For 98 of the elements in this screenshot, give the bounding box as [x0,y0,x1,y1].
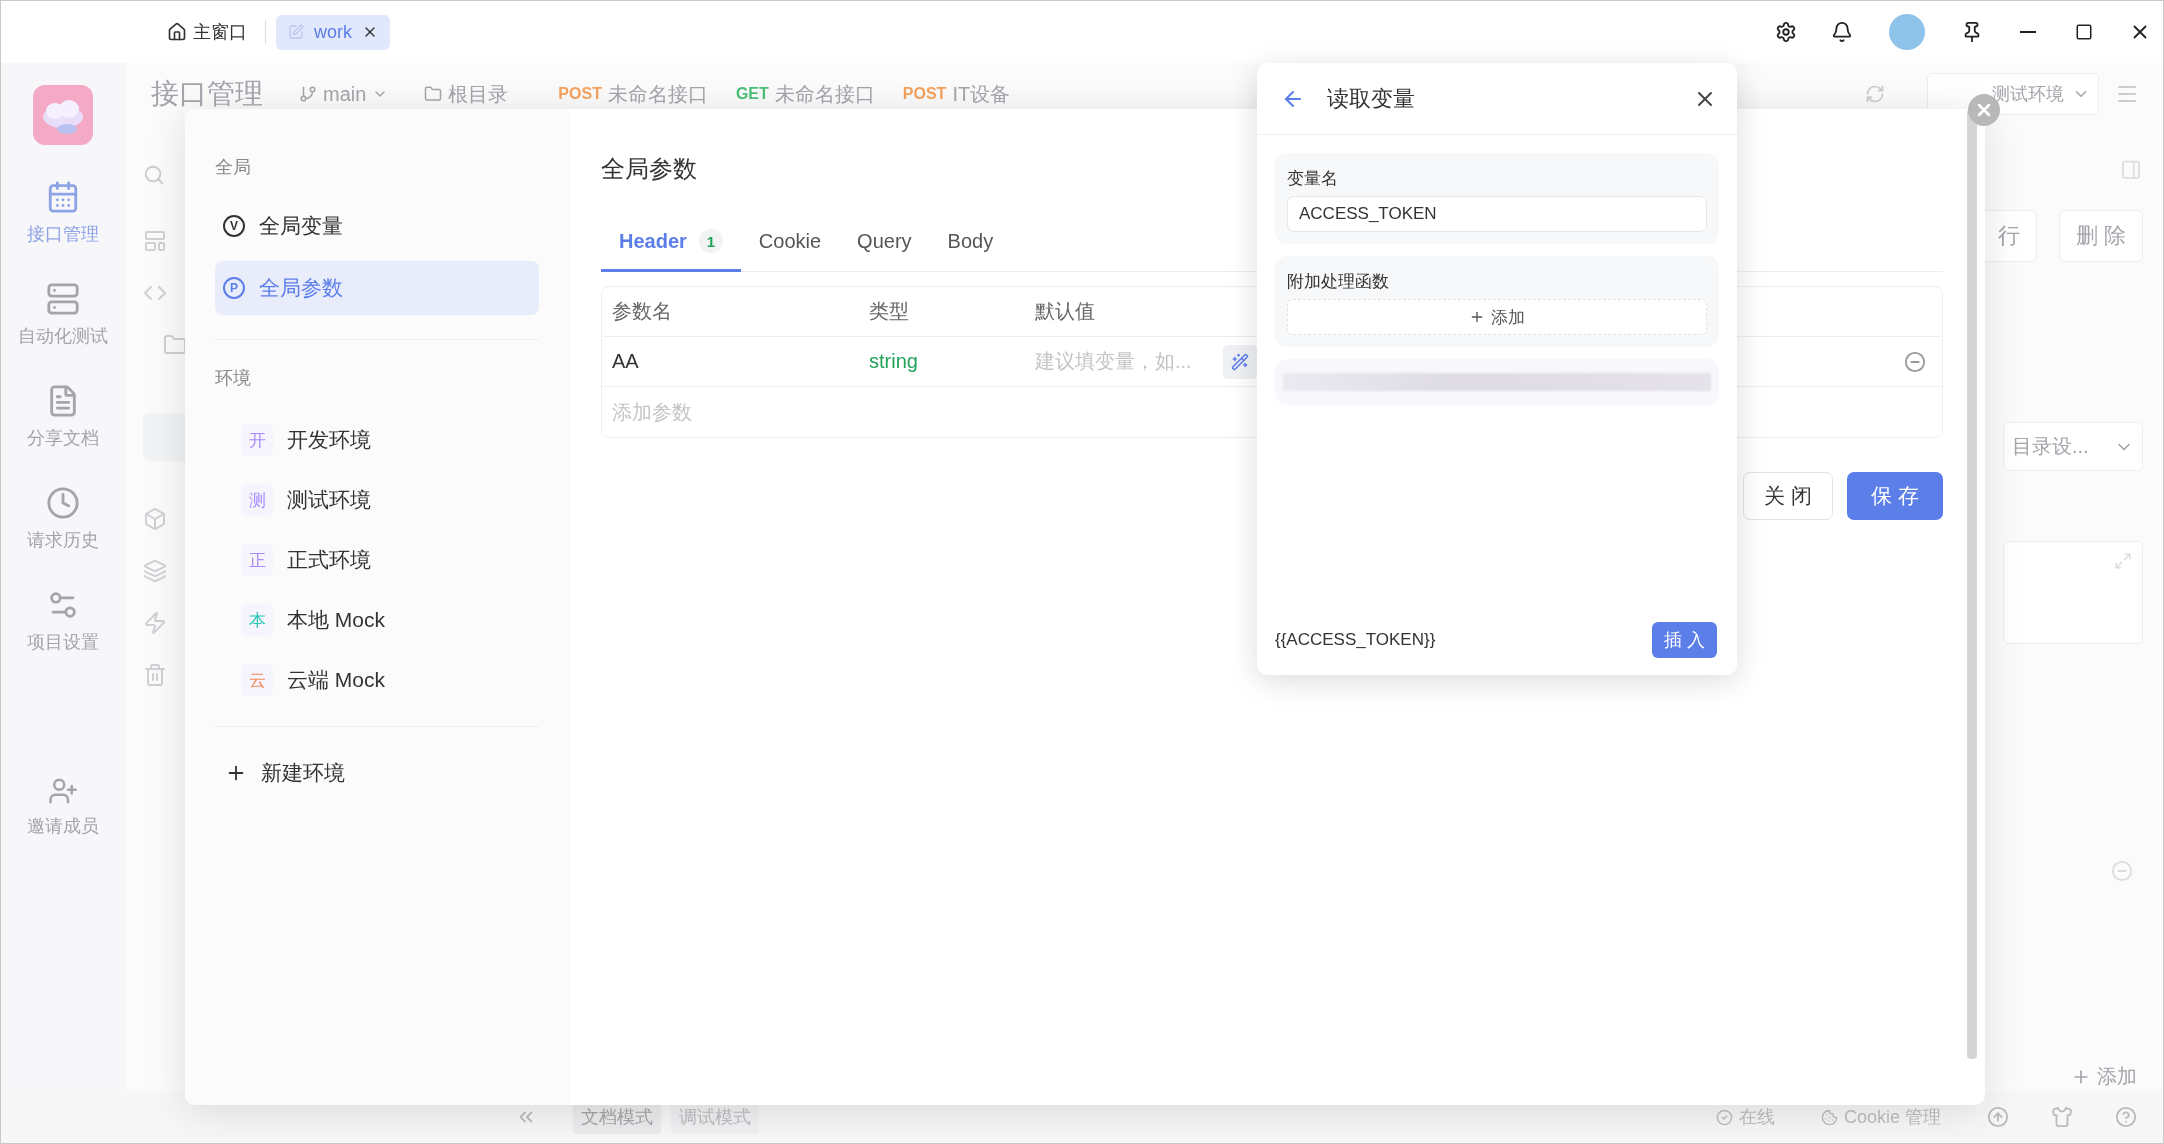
variable-preview: {{ACCESS_TOKEN}} [1275,630,1436,650]
branch-icon [299,85,317,103]
request-name: 未命名接口 [607,81,708,107]
minimize-icon [2020,31,2036,33]
directory-select[interactable]: 目录设... [2003,422,2143,472]
online-status[interactable]: 在线 [1709,1104,1781,1130]
letter-icon: V [223,215,245,237]
edit-icon [288,24,304,40]
field-label: 变量名 [1287,168,1339,190]
method-label: GET [735,85,769,103]
trash-icon[interactable] [143,663,167,687]
server-icon [46,282,80,316]
tab[interactable]: Body [929,217,1012,272]
box-icon[interactable] [143,507,167,531]
param-name: AA [612,350,639,373]
calendar-icon [46,180,80,214]
environment-item[interactable]: 开 开发环境 [215,410,539,470]
environment-badge: 正 [241,544,273,576]
section-heading: 环境 [215,367,251,390]
invite-button[interactable]: 邀请成员 [21,775,105,839]
tab[interactable]: Query [839,217,930,272]
environment-item[interactable]: 云 云端 Mock [215,650,539,710]
app-logo [33,85,93,145]
page-title: 接口管理 [151,77,263,111]
tab[interactable]: Cookie [740,217,840,272]
new-environment-button[interactable]: 新建环境 [215,753,539,793]
sidebar-item[interactable]: V 全局变量 [215,199,539,253]
section-heading: 全局 [215,156,251,179]
letter-icon: P [223,277,245,299]
magic-wand-icon [1231,352,1249,371]
environment-badge: 云 [241,664,273,696]
lightning-icon[interactable] [143,611,167,635]
layout-icon[interactable] [143,229,167,253]
sidebar-item[interactable]: P 全局参数 [215,261,539,315]
remove-icon[interactable] [2111,860,2133,882]
magic-wand-button[interactable] [1223,344,1257,379]
close-button[interactable]: 关 闭 [1743,472,1834,520]
method-label: POST [558,85,602,103]
environment-item[interactable]: 本 本地 Mock [215,590,539,650]
text-area[interactable] [2003,541,2143,644]
environment-item[interactable]: 测 测试环境 [215,470,539,530]
tab[interactable]: Header 1 [601,217,741,272]
user-add-icon [48,776,78,806]
home-icon [167,22,187,42]
column-header: 类型 [869,299,909,324]
bell-icon [1831,21,1853,43]
help-icon [2115,1106,2137,1128]
refresh-icon [1865,84,1885,104]
clock-icon [46,486,80,520]
layers-icon[interactable] [143,559,167,583]
environment-badge: 测 [241,484,273,516]
shirt-icon [2051,1106,2073,1128]
field-label: 附加处理函数 [1287,271,1390,293]
default-value-field[interactable]: 建议填变量，如... [1035,350,1215,373]
request-tab[interactable]: GET 未命名接口 [721,80,889,108]
request-tab[interactable]: POST 未命名接口 [544,80,722,108]
environment-badge: 开 [241,424,273,456]
search-icon[interactable] [143,164,165,186]
request-name: 未命名接口 [774,81,875,107]
delete-button[interactable]: 删 除 [2058,210,2143,263]
column-header: 参数名 [612,299,672,324]
request-tab[interactable]: POST IT设备 [888,80,1025,108]
param-type: string [869,350,918,373]
nav-item[interactable]: 分享文档 [21,383,105,451]
add-button[interactable]: 添加 [2065,1062,2143,1091]
folder-icon[interactable] [163,333,187,357]
insert-button[interactable]: 插 入 [1652,622,1717,658]
nav-item[interactable]: 自动化测试 [12,281,114,349]
environment-item[interactable]: 正 正式环境 [215,530,539,590]
expand-icon[interactable] [2114,552,2132,571]
maximize-icon [2075,23,2093,41]
add-function-button[interactable]: 添加 [1287,299,1707,335]
method-label: POST [902,85,947,103]
request-name: IT设备 [952,81,1011,107]
column-header: 默认值 [1035,299,1095,324]
branch-selector[interactable]: main [299,82,389,106]
dialog-title: 全局参数 [601,154,697,184]
home-tab[interactable]: 主窗口 [159,14,255,50]
nav-item[interactable]: 请求历史 [21,485,105,553]
environment-badge: 本 [241,604,273,636]
arrow-up-icon [1987,1106,2009,1128]
folder-selector[interactable]: 根目录 [424,80,509,108]
cookie-icon [1820,1108,1838,1126]
minus-circle-icon [1904,350,1926,373]
save-button[interactable]: 保 存 [1847,472,1943,520]
panel-toggle-icon[interactable] [2119,159,2143,181]
variable-name-field[interactable]: ACCESS_TOKEN [1287,196,1707,232]
workspace-tab[interactable]: work [276,14,390,50]
folder-icon [424,85,443,103]
plus-icon [1469,309,1485,325]
avatar-icon[interactable] [1889,14,1925,50]
nav-item[interactable]: 项目设置 [21,587,105,655]
popup-title: 读取变量 [1327,84,1416,113]
nav-item[interactable]: 接口管理 [21,179,105,247]
environment-select[interactable]: 测试环境 [1927,73,2099,115]
check-icon [1715,1108,1733,1126]
add-param-button[interactable]: 添加参数 [612,398,692,426]
count-badge: 1 [698,229,723,253]
